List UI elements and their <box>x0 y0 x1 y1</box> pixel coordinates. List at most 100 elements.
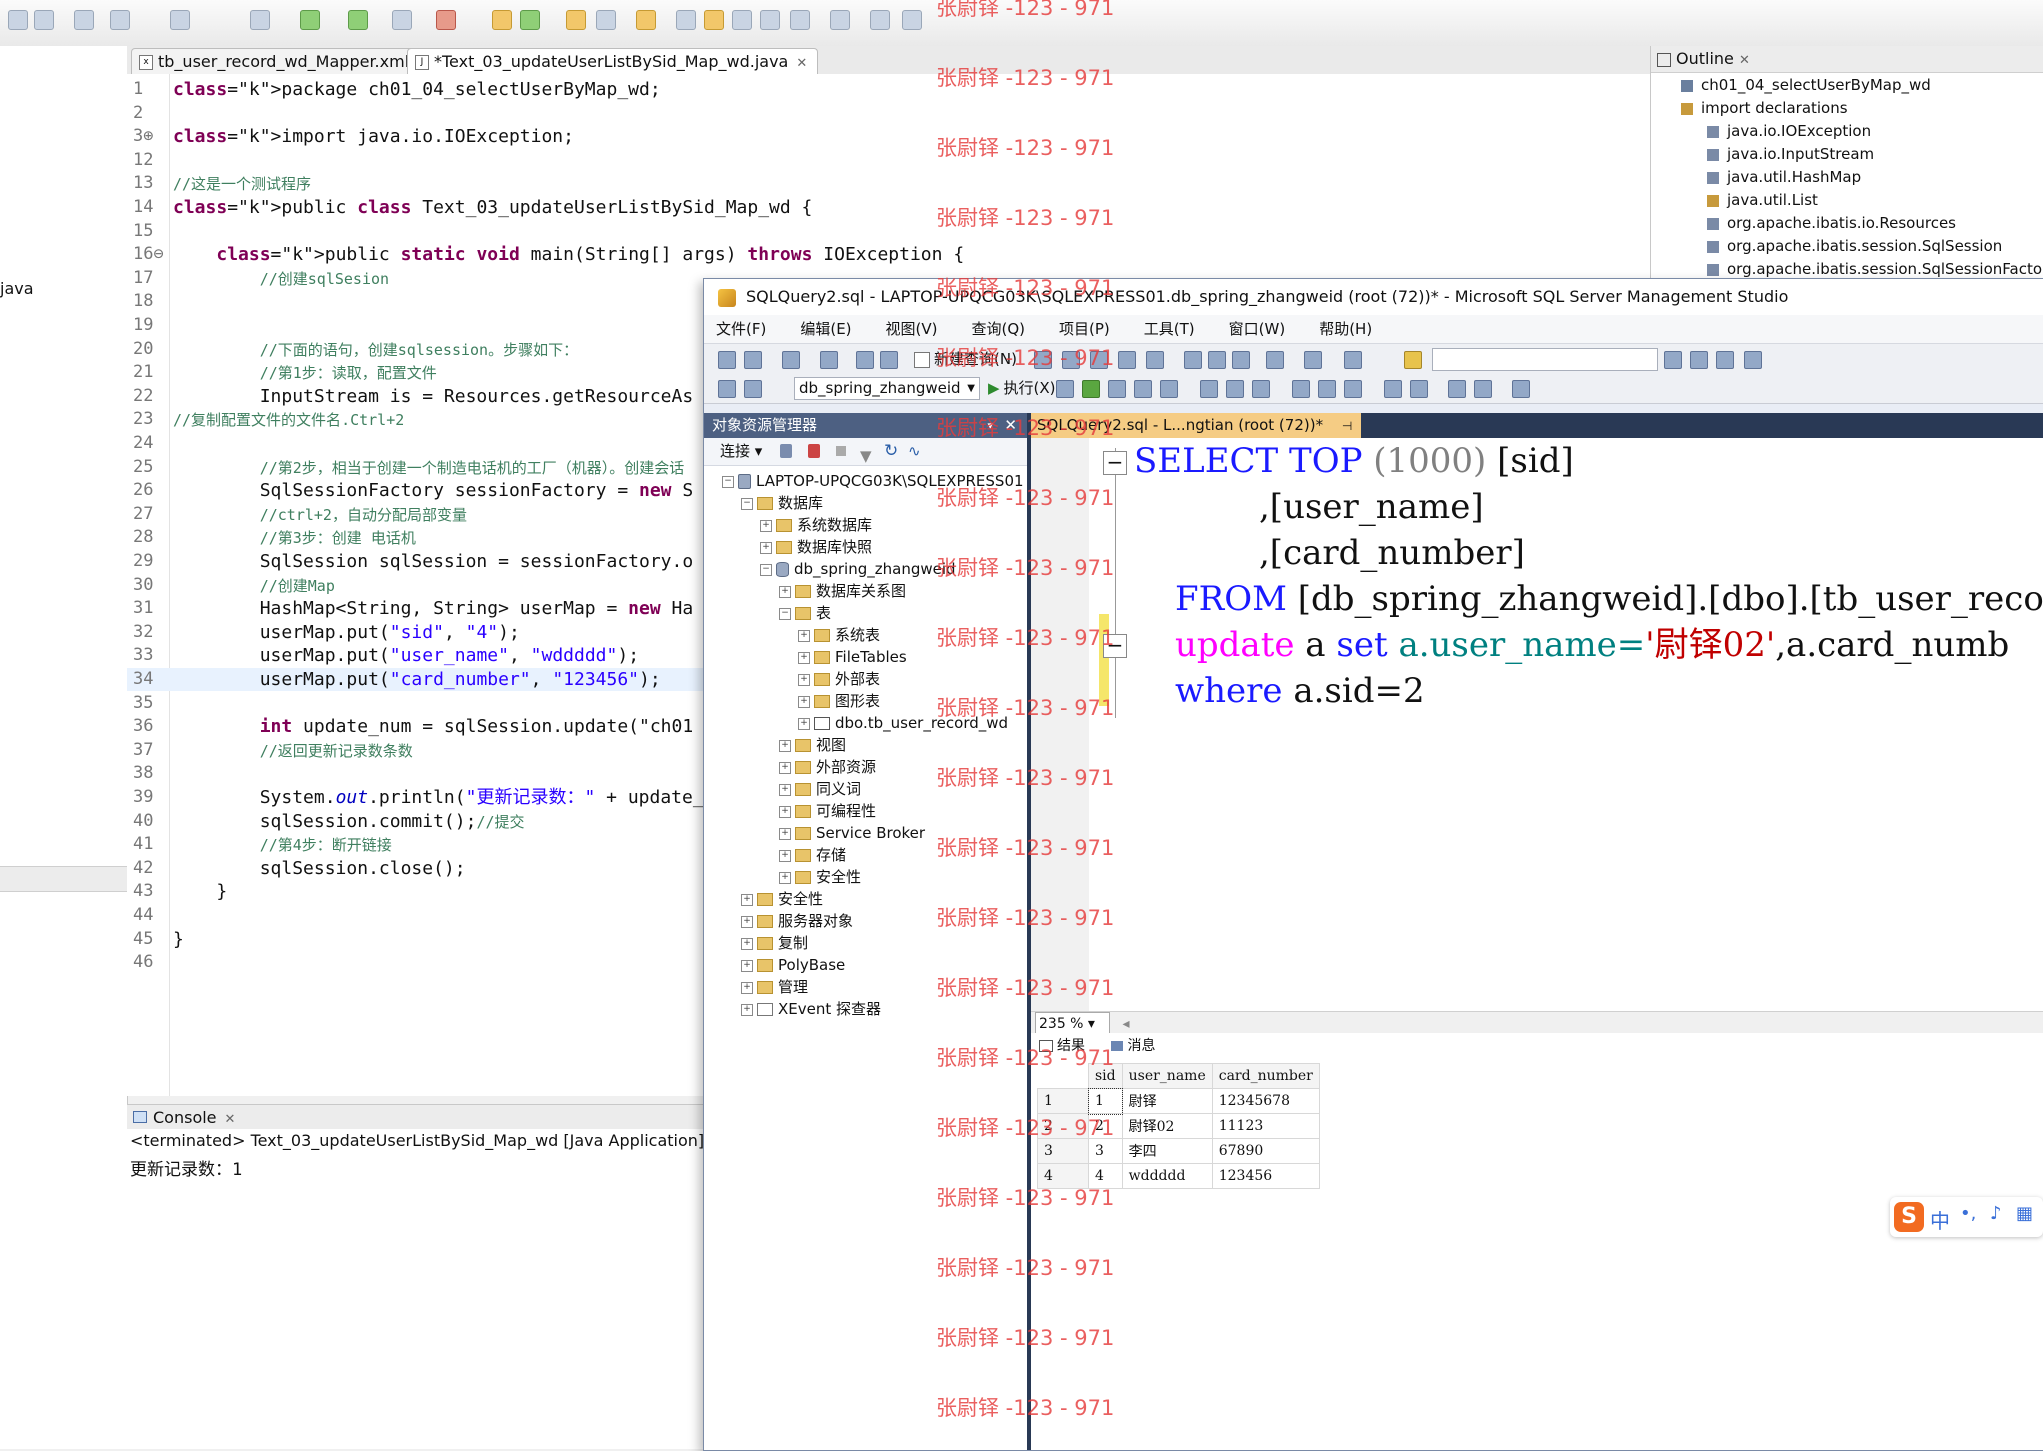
open-task-icon[interactable] <box>636 10 656 30</box>
grid-cell[interactable]: 11123 <box>1211 1113 1320 1139</box>
outline-item[interactable]: org.apache.ibatis.session.SqlSession <box>1707 237 2002 255</box>
outline-item[interactable]: java.io.InputStream <box>1707 145 1874 163</box>
tree-node[interactable]: + 系统数据库 <box>760 515 872 535</box>
activity-monitor-icon[interactable] <box>1344 351 1362 369</box>
display-plan-icon[interactable] <box>1108 380 1126 398</box>
add-item-icon[interactable] <box>820 351 838 369</box>
expand-icon[interactable]: + <box>779 827 791 840</box>
tree-node[interactable]: − 数据库 <box>741 493 823 513</box>
copy-icon[interactable] <box>1208 351 1226 369</box>
change-connection-icon[interactable] <box>744 380 762 398</box>
tree-node[interactable]: + Service Broker <box>779 823 925 843</box>
run-icon[interactable] <box>348 10 368 30</box>
outline-item[interactable]: java.util.List <box>1707 191 1818 209</box>
pin-icon[interactable]: ⊣ <box>1342 419 1352 433</box>
back-icon[interactable] <box>870 10 890 30</box>
connect-icon[interactable] <box>718 380 736 398</box>
tree-node[interactable]: + 外部表 <box>798 669 880 689</box>
expand-icon[interactable]: + <box>779 805 791 818</box>
tree-node[interactable]: + FileTables <box>798 647 907 667</box>
refresh-icon[interactable]: ↻ <box>884 438 898 465</box>
tree-item-partial[interactable]: java <box>0 279 34 298</box>
open-type-icon[interactable] <box>110 10 130 30</box>
keyboard-icon[interactable]: ▦ <box>2016 1203 2033 1224</box>
grid-cell[interactable]: 尉铎02 <box>1121 1113 1213 1139</box>
object-explorer-icon[interactable] <box>1664 351 1682 369</box>
new-class-icon[interactable] <box>520 10 540 30</box>
table-row[interactable]: 3 3 李四 67890 <box>1037 1138 1320 1164</box>
expand-icon[interactable]: + <box>760 541 772 554</box>
tree-node[interactable]: + 可编程性 <box>779 801 876 821</box>
tree-node[interactable]: − 表 <box>779 603 831 623</box>
toolbox-icon[interactable] <box>1716 351 1734 369</box>
grid-cell[interactable]: 3 <box>1088 1138 1123 1164</box>
tree-node[interactable]: + 图形表 <box>798 691 880 711</box>
menu-help[interactable]: 帮助(H) <box>1319 320 1372 338</box>
tree-node[interactable]: + 安全性 <box>779 867 861 887</box>
parse-icon[interactable] <box>1082 380 1100 398</box>
include-plan-icon[interactable] <box>1200 380 1218 398</box>
tree-node[interactable]: + 同义词 <box>779 779 861 799</box>
grid-cell[interactable]: 67890 <box>1211 1138 1320 1164</box>
outdent-icon[interactable] <box>1474 380 1492 398</box>
tree-node[interactable]: − db_spring_zhangweid <box>760 559 956 579</box>
expand-icon[interactable]: + <box>798 673 810 686</box>
expand-icon[interactable]: + <box>741 937 753 950</box>
print-icon[interactable] <box>74 10 94 30</box>
row-number[interactable]: 1 <box>1037 1088 1089 1114</box>
connect-db-icon[interactable] <box>780 444 792 458</box>
outline-item[interactable]: ch01_04_selectUserByMap_wd <box>1681 76 1931 94</box>
expand-icon[interactable]: + <box>779 871 791 884</box>
expand-icon[interactable]: + <box>741 893 753 906</box>
grid-cell[interactable]: 1 <box>1087 1087 1124 1115</box>
results-to-text-icon[interactable] <box>1292 380 1310 398</box>
table-row[interactable]: 1 1 尉铎 12345678 <box>1037 1087 1320 1115</box>
tree-node[interactable]: + 视图 <box>779 735 846 755</box>
query-options-icon[interactable] <box>1134 380 1152 398</box>
expand-icon[interactable]: + <box>798 695 810 708</box>
close-icon[interactable]: ✕ <box>225 1112 236 1127</box>
tab-java-file[interactable]: J *Text_03_updateUserListBySid_Map_wd.ja… <box>407 48 819 74</box>
connect-button[interactable]: 连接 ▾ <box>720 442 762 460</box>
grid-cell[interactable]: wddddd <box>1121 1163 1213 1189</box>
collapse-icon[interactable]: − <box>760 563 772 576</box>
new-icon[interactable] <box>8 10 28 30</box>
menu-edit[interactable]: 编辑(E) <box>800 320 851 338</box>
tab-mapper-xml[interactable]: x tb_user_record_wd_Mapper.xml <box>131 48 421 74</box>
specify-values-icon[interactable] <box>1512 380 1530 398</box>
expand-icon[interactable]: + <box>779 783 791 796</box>
annotation-icon[interactable] <box>676 10 696 30</box>
outline-item[interactable]: org.apache.ibatis.io.Resources <box>1707 214 1956 232</box>
menu-project[interactable]: 项目(P) <box>1059 320 1110 338</box>
microphone-icon[interactable]: ♪ <box>1990 1203 2002 1224</box>
ime-mode-label[interactable]: 中 <box>1930 1205 1950 1234</box>
tree-node[interactable]: + 管理 <box>741 977 808 997</box>
tree-node[interactable]: + 服务器对象 <box>741 911 853 931</box>
tree-node[interactable]: + 数据库快照 <box>760 537 872 557</box>
console-tab[interactable]: Console ✕ <box>133 1108 235 1127</box>
menu-file[interactable]: 文件(F) <box>716 320 766 338</box>
punctuation-icon[interactable]: •, <box>1960 1203 1976 1224</box>
tree-node[interactable]: + 外部资源 <box>779 757 876 777</box>
tree-node[interactable]: + 存储 <box>779 845 846 865</box>
back-icon[interactable] <box>718 351 736 369</box>
intellisense-icon[interactable] <box>1160 380 1178 398</box>
debug-icon[interactable] <box>250 10 270 30</box>
debug-run-icon[interactable] <box>300 10 320 30</box>
tree-node[interactable]: + 安全性 <box>741 889 823 909</box>
tree-node[interactable]: + 数据库关系图 <box>779 581 906 601</box>
expand-icon[interactable]: + <box>741 1003 753 1016</box>
forward-icon[interactable] <box>744 351 762 369</box>
tree-node[interactable]: + 系统表 <box>798 625 880 645</box>
database-select[interactable]: db_spring_zhangweid ▼ <box>794 377 980 400</box>
expand-icon[interactable]: + <box>741 915 753 928</box>
window-layout-icon[interactable] <box>1744 351 1762 369</box>
expand-icon[interactable]: + <box>779 739 791 752</box>
indent-icon[interactable] <box>1448 380 1466 398</box>
save-icon[interactable] <box>34 10 54 30</box>
column-header[interactable]: card_number <box>1211 1063 1320 1089</box>
prev-annotation-icon[interactable] <box>830 10 850 30</box>
undo-icon[interactable] <box>1266 351 1284 369</box>
menu-view[interactable]: 视图(V) <box>886 320 938 338</box>
grid-cell[interactable]: 12345678 <box>1211 1088 1320 1114</box>
